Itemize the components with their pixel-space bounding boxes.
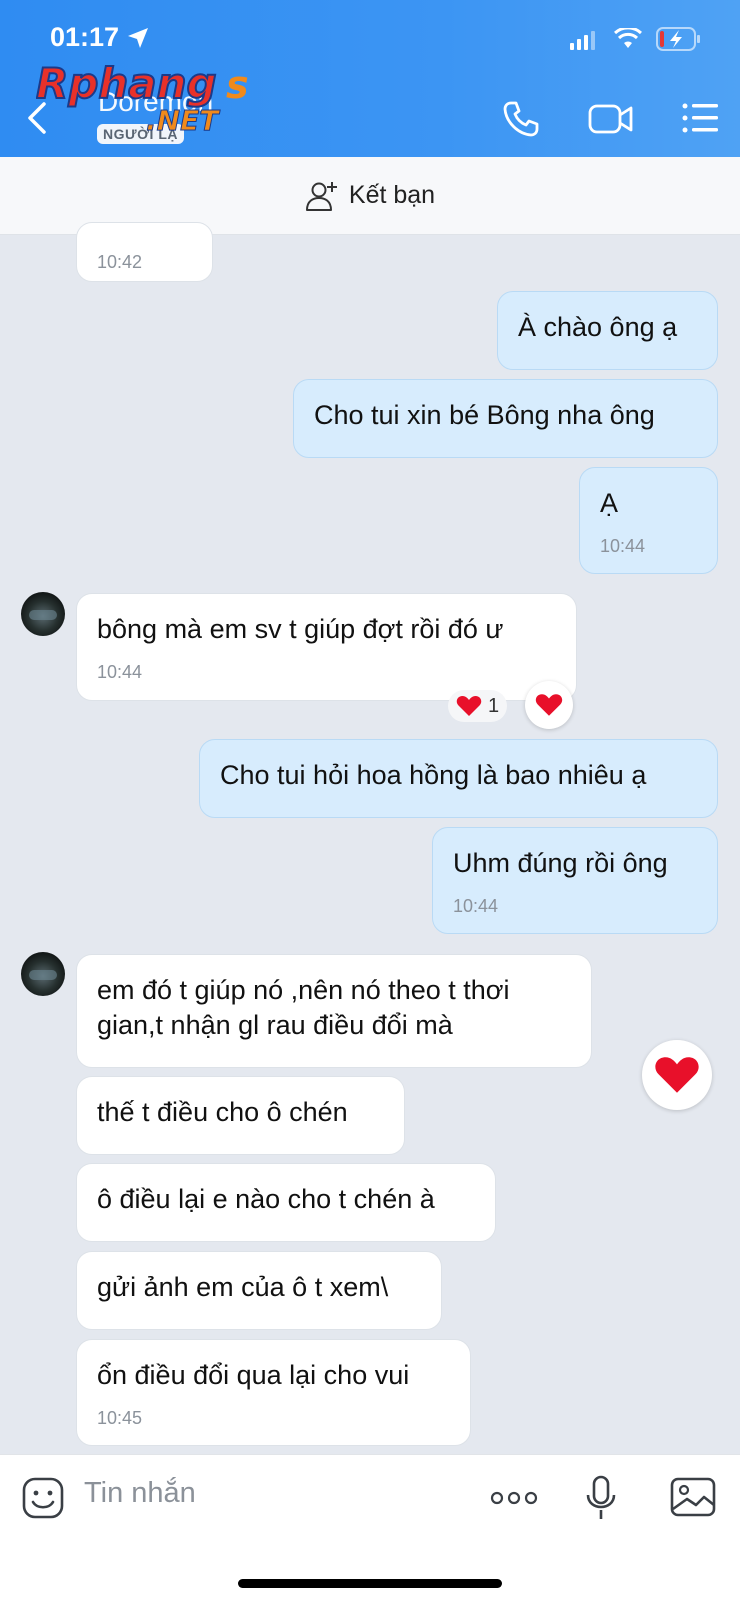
svg-text:Rphang: Rphang [36,59,217,108]
message-time: 10:44 [97,662,143,682]
message-bubble[interactable]: Ạ 10:44 [579,467,718,574]
message-text: ổn điều đổi qua lại cho vui [97,1360,410,1390]
message-text: Cho tui hỏi hoa hồng là bao nhiêu ạ [220,760,647,790]
heart-icon [655,1057,699,1093]
message-text: À chào ông ạ [518,312,678,342]
status-time: 01:17 [50,22,120,52]
add-friend-label: Kết bạn [348,181,436,209]
message-time: 10:44 [453,896,499,916]
message-time: 10:45 [97,1408,143,1428]
battery-charging-icon [656,27,700,51]
heart-icon [456,696,482,716]
message-text: em đó t giúp nó ,nên nó theo t thơi gian… [97,975,510,1040]
composer-bar: Tin nhắn [0,1454,740,1601]
sticker-icon[interactable] [22,1477,64,1519]
message-text: thế t điều cho ô chén [97,1097,348,1127]
message-text: Ạ [600,488,619,518]
options-menu-icon[interactable] [682,102,720,134]
add-friend-icon [305,181,337,211]
heart-icon [535,694,563,716]
message-bubble[interactable]: bông mà em sv t giúp đợt rồi đó ư 10:44 [76,593,577,701]
image-gallery-icon[interactable] [670,1477,716,1517]
svg-text:.NET: .NET [146,104,220,137]
message-text: bông mà em sv t giúp đợt rồi đó ư [97,614,504,644]
watermark-logo: Rphang s .NET [36,58,249,138]
message-bubble[interactable]: ô điều lại e nào cho t chén à [76,1163,496,1242]
react-button[interactable] [525,681,573,729]
microphone-icon[interactable] [584,1475,618,1521]
message-time: 10:44 [600,536,646,556]
wifi-icon [614,28,642,48]
cellular-signal-icon [570,31,595,50]
contact-avatar[interactable] [21,592,65,636]
svg-text:s: s [226,63,249,107]
message-bubble[interactable]: 10:42 [76,222,213,282]
location-arrow-icon [128,28,148,48]
reaction-summary[interactable]: 1 [448,690,508,722]
message-bubble[interactable]: gửi ảnh em của ô t xem\ [76,1251,442,1330]
message-bubble[interactable]: Cho tui xin bé Bông nha ông [293,379,718,458]
message-bubble[interactable]: ổn điều đổi qua lại cho vui 10:45 [76,1339,471,1446]
message-input[interactable]: Tin nhắn [84,1477,196,1510]
message-time: 10:42 [97,252,143,272]
message-bubble[interactable]: thế t điều cho ô chén [76,1076,405,1155]
reaction-count: 1 [488,694,500,717]
message-text: ô điều lại e nào cho t chén à [97,1184,435,1214]
message-bubble[interactable]: Cho tui hỏi hoa hồng là bao nhiêu ạ [199,739,718,818]
message-bubble[interactable]: À chào ông ạ [497,291,718,370]
more-options-icon[interactable] [490,1491,538,1505]
contact-avatar[interactable] [21,952,65,996]
home-indicator [238,1579,502,1588]
message-text: gửi ảnh em của ô t xem\ [97,1272,389,1302]
message-text: Cho tui xin bé Bông nha ông [314,400,655,430]
chat-header: 01:17 Doremon NGƯỜI LẠ Rphang s .NET [0,0,740,157]
message-text: Uhm đúng rồi ông [453,848,668,878]
message-bubble[interactable]: Uhm đúng rồi ông 10:44 [432,827,718,934]
message-bubble[interactable]: em đó t giúp nó ,nên nó theo t thơi gian… [76,954,592,1068]
phone-call-icon[interactable] [502,100,540,138]
react-button[interactable] [642,1040,712,1110]
video-call-icon[interactable] [588,102,634,136]
